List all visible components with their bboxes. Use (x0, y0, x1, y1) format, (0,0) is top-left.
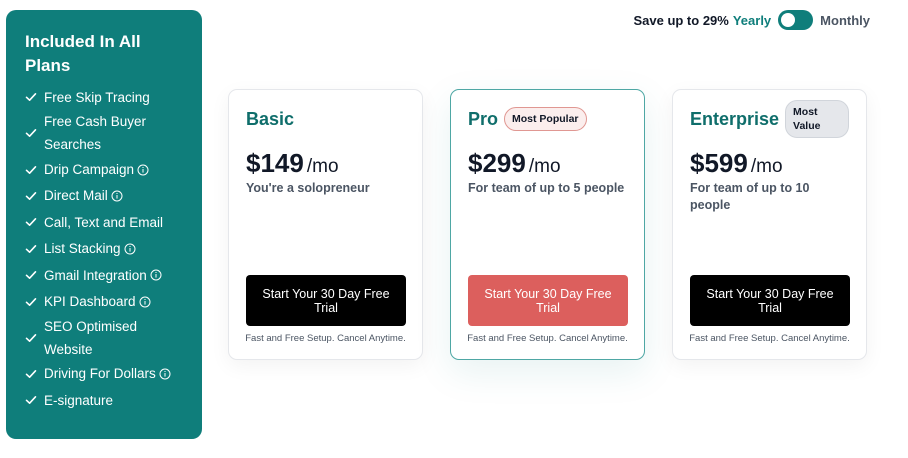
feature-item: Direct Mail (25, 183, 186, 209)
features-title: Included In All Plans (25, 32, 141, 75)
info-icon[interactable] (137, 164, 149, 176)
feature-label: E-signature (44, 392, 114, 408)
price-row: $599 /mo (690, 148, 849, 179)
check-icon (25, 218, 37, 227)
check-icon (25, 369, 37, 378)
plan-description: You're a solopreneur (246, 181, 370, 195)
plan-name: Pro (468, 108, 499, 129)
check-icon (25, 129, 37, 138)
price-period: /mo (750, 156, 783, 177)
check-icon (25, 297, 37, 306)
start-trial-button[interactable]: Start Your 30 Day Free Trial (246, 275, 406, 326)
feature-item: SEO Optimised Website (25, 315, 186, 361)
check-icon (25, 93, 37, 102)
start-trial-button[interactable]: Start Your 30 Day Free Trial (468, 275, 628, 326)
feature-item: Call, Text and Email (25, 209, 186, 235)
feature-label: List Stacking (44, 241, 121, 257)
check-icon (25, 271, 37, 280)
billing-period-toggle[interactable] (778, 10, 814, 30)
price-row: $299 /mo (468, 148, 627, 179)
feature-item: Free Cash Buyer Searches (25, 110, 186, 156)
feature-item: KPI Dashboard (25, 288, 186, 314)
feature-item: Gmail Integration (25, 262, 186, 288)
billing-toggle-group: Save up to 29% Yearly Monthly (633, 10, 870, 30)
feature-label: Free Cash Buyer Searches (44, 114, 147, 153)
start-trial-button[interactable]: Start Your 30 Day Free Trial (690, 275, 850, 326)
check-icon (25, 165, 37, 174)
feature-list: Free Skip Tracing Free Cash Buyer Search… (25, 84, 186, 414)
feature-label: Free Skip Tracing (44, 89, 150, 105)
plan-card-enterprise: Enterprise Most Value $599 /mo For team … (672, 89, 867, 360)
feature-item: Drip Campaign (25, 156, 186, 182)
price-row: $149 /mo (246, 148, 405, 179)
plan-header: Basic (246, 106, 405, 132)
feature-label: SEO Optimised Website (44, 318, 138, 357)
plan-price: $599 (690, 148, 748, 178)
plan-card-pro: Pro Most Popular $299 /mo For team of up… (450, 89, 645, 360)
check-icon (25, 333, 37, 342)
feature-label: Call, Text and Email (44, 214, 164, 230)
check-icon (25, 396, 37, 405)
price-period: /mo (306, 156, 339, 177)
most-value-badge: Most Value (785, 100, 849, 138)
feature-item: Free Skip Tracing (25, 84, 186, 110)
feature-item: Driving For Dollars (25, 361, 186, 387)
plan-header: Enterprise Most Value (690, 100, 849, 138)
plan-header: Pro Most Popular (468, 106, 627, 132)
most-popular-badge: Most Popular (504, 107, 587, 131)
feature-label: Direct Mail (44, 188, 108, 204)
feature-label: Drip Campaign (44, 162, 135, 178)
savings-text: Save up to 29% (633, 12, 729, 28)
plan-price: $299 (468, 148, 526, 178)
feature-item: List Stacking (25, 236, 186, 262)
setup-note: Fast and Free Setup. Cancel Anytime. (467, 333, 628, 344)
price-period: /mo (528, 156, 561, 177)
monthly-label[interactable]: Monthly (820, 13, 870, 28)
info-icon[interactable] (124, 243, 136, 255)
info-icon[interactable] (150, 269, 162, 281)
setup-note: Fast and Free Setup. Cancel Anytime. (245, 333, 406, 344)
feature-label: Driving For Dollars (44, 366, 156, 382)
info-icon[interactable] (159, 368, 171, 380)
toggle-knob (781, 13, 796, 27)
info-icon[interactable] (111, 190, 123, 202)
included-features-panel: Included In All Plans Free Skip Tracing … (6, 10, 202, 439)
plan-description: For team of up to 10 people (690, 181, 810, 212)
yearly-label[interactable]: Yearly (733, 13, 771, 28)
info-icon[interactable] (139, 296, 151, 308)
plan-price: $149 (246, 148, 304, 178)
check-icon (25, 244, 37, 253)
feature-label: KPI Dashboard (44, 294, 136, 310)
plan-description: For team of up to 5 people (468, 181, 625, 195)
setup-note: Fast and Free Setup. Cancel Anytime. (689, 333, 850, 344)
plan-card-basic: Basic $149 /mo You're a solopreneur Star… (228, 89, 423, 360)
feature-label: Gmail Integration (44, 267, 147, 283)
check-icon (25, 191, 37, 200)
plan-name: Basic (246, 108, 295, 129)
plan-name: Enterprise (690, 108, 780, 129)
feature-item: E-signature (25, 387, 186, 413)
